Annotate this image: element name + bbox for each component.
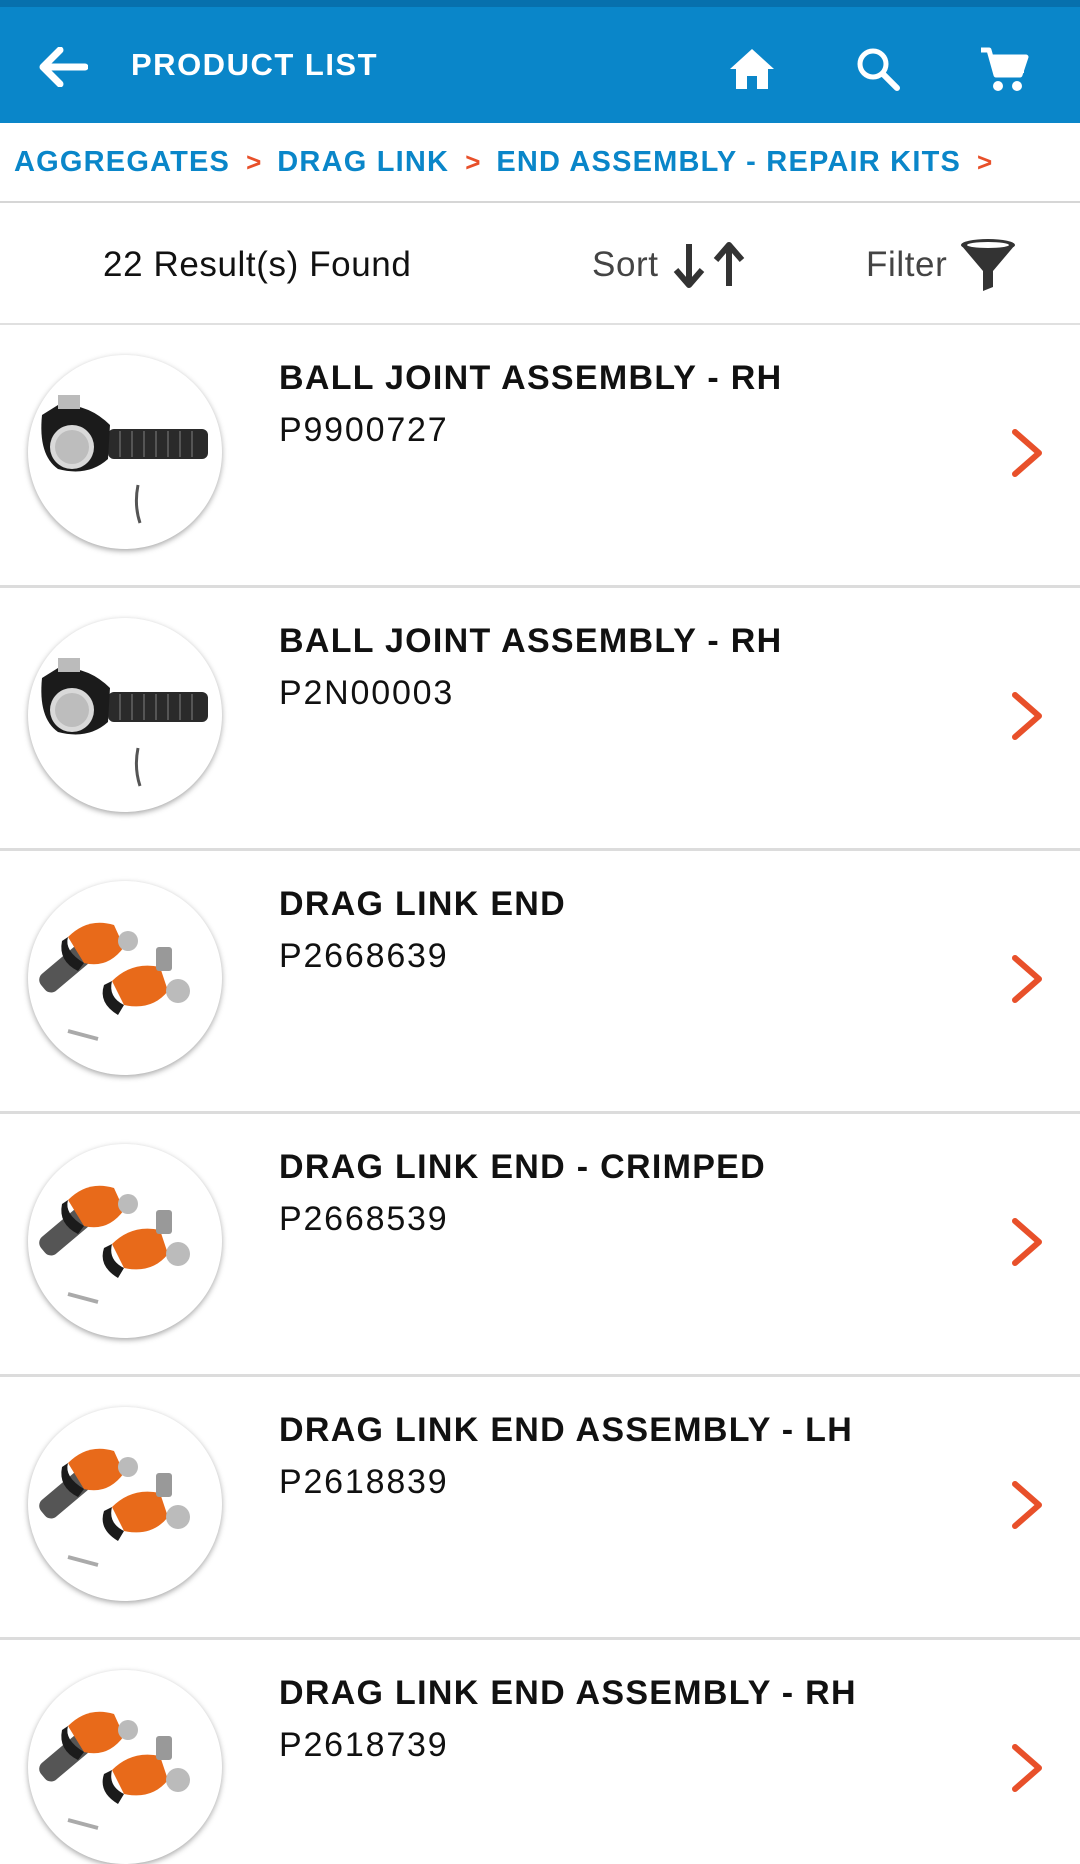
- product-name: DRAG LINK END - CRIMPED: [279, 1148, 767, 1186]
- home-button[interactable]: [720, 37, 784, 101]
- results-toolbar: 22 Result(s) Found Sort Filter: [0, 205, 1080, 325]
- product-thumbnail: [28, 1407, 222, 1601]
- filter-button[interactable]: Filter: [866, 205, 1017, 325]
- product-row[interactable]: BALL JOINT ASSEMBLY - RH P9900727: [0, 325, 1080, 588]
- product-thumbnail: [28, 618, 222, 812]
- product-code: P2668539: [279, 1200, 449, 1238]
- product-row[interactable]: DRAG LINK END ASSEMBLY - LH P2618839: [0, 1377, 1080, 1640]
- drag-link-end-image: [39, 1185, 190, 1304]
- product-code: P2618739: [279, 1726, 449, 1764]
- product-name: DRAG LINK END ASSEMBLY - LH: [279, 1411, 854, 1449]
- back-button[interactable]: [30, 37, 96, 97]
- cart-button[interactable]: [972, 37, 1036, 101]
- chevron-right-icon: [1012, 1218, 1042, 1266]
- sort-label: Sort: [592, 245, 659, 284]
- app-bar: PRODUCT LIST: [0, 0, 1080, 123]
- product-code: P2618839: [279, 1463, 449, 1501]
- sort-arrows-icon: [673, 242, 744, 288]
- product-name: DRAG LINK END: [279, 885, 567, 923]
- breadcrumb-separator: >: [977, 146, 993, 177]
- product-row[interactable]: DRAG LINK END ASSEMBLY - RH P2618739: [0, 1640, 1080, 1864]
- product-name: DRAG LINK END ASSEMBLY - RH: [279, 1674, 857, 1712]
- product-row[interactable]: DRAG LINK END P2668639: [0, 851, 1080, 1114]
- filter-label: Filter: [866, 245, 948, 284]
- breadcrumb-separator: >: [465, 146, 481, 177]
- product-list: BALL JOINT ASSEMBLY - RH P9900727 BALL J…: [0, 325, 1080, 1864]
- breadcrumb-separator: >: [246, 146, 262, 177]
- funnel-icon: [961, 239, 1016, 291]
- product-thumbnail: [28, 1144, 222, 1338]
- chevron-right-icon: [1012, 1744, 1042, 1792]
- cart-icon: [981, 47, 1029, 91]
- search-icon: [857, 48, 900, 91]
- ball-joint-image: [41, 395, 208, 524]
- product-list-screen: PRODUCT LIST AGGREGATES > DRAG LINK > EN…: [0, 0, 1080, 1864]
- sort-button[interactable]: Sort: [592, 205, 749, 325]
- product-code: P2N00003: [279, 674, 455, 712]
- results-count: 22 Result(s) Found: [103, 245, 412, 284]
- product-thumbnail: [28, 355, 222, 549]
- product-row[interactable]: BALL JOINT ASSEMBLY - RH P2N00003: [0, 588, 1080, 851]
- breadcrumb: AGGREGATES > DRAG LINK > END ASSEMBLY - …: [0, 123, 1080, 203]
- breadcrumb-item-drag-link[interactable]: DRAG LINK: [277, 146, 449, 179]
- page-title: PRODUCT LIST: [131, 47, 379, 82]
- product-name: BALL JOINT ASSEMBLY - RH: [279, 622, 783, 660]
- home-icon: [730, 49, 774, 89]
- product-code: P9900727: [279, 411, 449, 449]
- chevron-right-icon: [1012, 1481, 1042, 1529]
- drag-link-end-image: [39, 922, 190, 1041]
- product-row[interactable]: DRAG LINK END - CRIMPED P2668539: [0, 1114, 1080, 1377]
- ball-joint-image: [41, 658, 208, 787]
- chevron-right-icon: [1012, 955, 1042, 1003]
- drag-link-end-image: [39, 1711, 190, 1830]
- breadcrumb-item-end-assembly[interactable]: END ASSEMBLY - REPAIR KITS: [496, 146, 961, 179]
- search-button[interactable]: [846, 37, 910, 101]
- product-code: P2668639: [279, 937, 449, 975]
- arrow-left-icon: [39, 47, 88, 87]
- product-thumbnail: [28, 881, 222, 1075]
- product-name: BALL JOINT ASSEMBLY - RH: [279, 359, 783, 397]
- breadcrumb-item-aggregates[interactable]: AGGREGATES: [14, 146, 230, 179]
- chevron-right-icon: [1012, 429, 1042, 477]
- drag-link-end-image: [39, 1448, 190, 1567]
- product-thumbnail: [28, 1670, 222, 1864]
- chevron-right-icon: [1012, 692, 1042, 740]
